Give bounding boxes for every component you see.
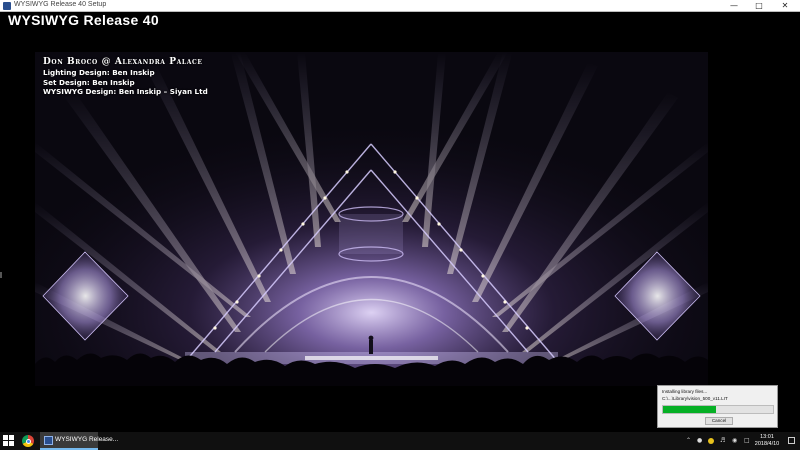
release-heading: WYSIWYG Release 40 (8, 12, 159, 28)
notification-icon[interactable] (788, 437, 795, 444)
install-progress-bar (662, 405, 774, 414)
clock-time: 13:01 (760, 434, 774, 440)
wifi-icon[interactable]: ◉ (732, 437, 737, 444)
app-icon (3, 2, 11, 10)
volume-icon[interactable]: ♬ (720, 437, 725, 444)
window-title: WYSIWYG Release 40 Setup (14, 1, 107, 8)
install-progress-dialog: Installing library files... C:\...\Libra… (657, 385, 778, 428)
install-file-path: C:\...\Library\vision_500_v11.LIT (662, 396, 728, 401)
system-clock[interactable]: 13:01 2018/4/10 (752, 434, 782, 448)
stage-render-graphic (35, 52, 708, 386)
show-title: Don Broco @ Alexandra Palace (43, 57, 203, 67)
taskbar-app-wysiwyg[interactable]: WYSIWYG Release... (40, 432, 118, 450)
chrome-icon[interactable] (22, 435, 34, 447)
minimize-icon[interactable]: — (723, 0, 745, 11)
taskbar: WYSIWYG Release... ⌃ ● ♬ ◉ □ 13:01 2018/… (0, 432, 800, 450)
cancel-button[interactable]: Cancel (705, 417, 733, 425)
chevron-up-icon[interactable]: ⌃ (686, 437, 691, 444)
resize-handle[interactable] (0, 272, 2, 278)
network-icon[interactable]: ● (697, 437, 702, 444)
window-title-bar: WYSIWYG Release 40 Setup — □ ✕ (0, 0, 800, 12)
taskbar-app-label: WYSIWYG Release... (55, 436, 119, 443)
credits-overlay: Don Broco @ Alexandra Palace Lighting De… (43, 57, 208, 97)
credit-line: Lighting Design: Ben Inskip (43, 68, 155, 78)
stage-render-image: Don Broco @ Alexandra Palace Lighting De… (35, 52, 708, 386)
folder-icon[interactable] (708, 438, 714, 444)
clock-date: 2018/4/10 (754, 441, 780, 447)
install-progress-fill (663, 406, 716, 413)
install-status-text: Installing library files... (662, 389, 708, 394)
credit-line: WYSIWYG Design: Ben Inskip – Siyan Ltd (43, 87, 208, 97)
language-icon[interactable]: □ (744, 437, 750, 444)
wysiwyg-app-icon (44, 436, 53, 445)
maximize-icon[interactable]: □ (748, 0, 770, 11)
close-icon[interactable]: ✕ (774, 0, 796, 11)
credit-line: Set Design: Ben Inskip (43, 77, 135, 87)
windows-start-icon[interactable] (3, 435, 15, 447)
